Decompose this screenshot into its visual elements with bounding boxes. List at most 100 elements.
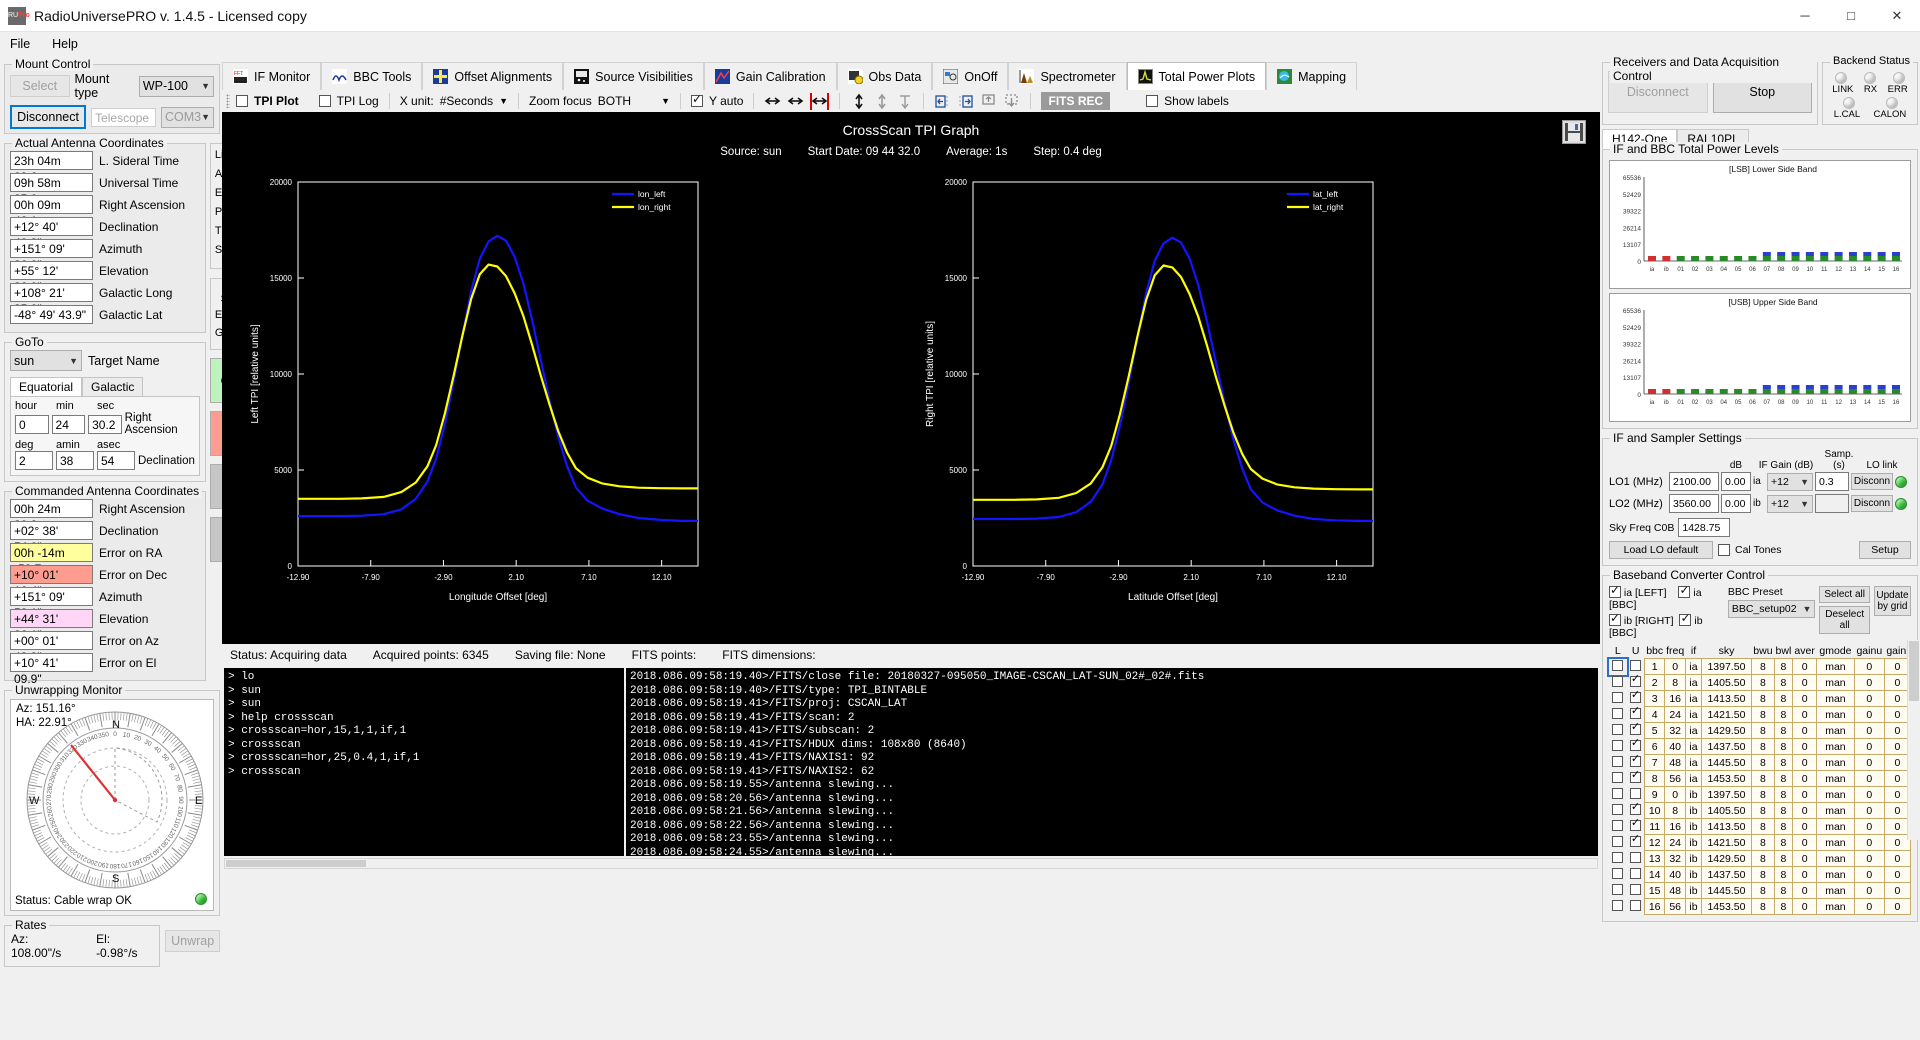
bbc-cell-sky[interactable]: 1445.50: [1700, 882, 1753, 899]
bbc-u-checkbox[interactable]: [1629, 752, 1641, 767]
bbc-l-checkbox[interactable]: [1612, 835, 1624, 847]
bbc-cell-bwl[interactable]: 8: [1773, 738, 1794, 755]
bbc-cell-freq[interactable]: 24: [1664, 706, 1687, 723]
bbc-cell-gmode[interactable]: man: [1816, 834, 1855, 851]
bbc-l-checkbox[interactable]: [1612, 787, 1624, 799]
bbc-cell-sky[interactable]: 1429.50: [1700, 722, 1753, 739]
bbc-cell-bwu[interactable]: 8: [1751, 770, 1775, 787]
bbc-cell-bwl[interactable]: 8: [1773, 882, 1794, 899]
longitude-graph[interactable]: 0 5000 10000 15000 20000 -12.90 -7.90 -2.90 2.10…: [236, 164, 911, 637]
select-all-button[interactable]: Select all: [1819, 586, 1870, 603]
bbc-cell-bbc[interactable]: 7: [1644, 754, 1666, 771]
bbc-cell-if[interactable]: ib: [1685, 882, 1702, 899]
bbc-cell-freq[interactable]: 32: [1664, 850, 1687, 867]
actual-coord-value[interactable]: 00h 09m 42.1s: [10, 195, 93, 228]
bbc-cell-sky[interactable]: 1453.50: [1700, 770, 1753, 787]
bbc-cell-bwu[interactable]: 8: [1751, 658, 1775, 675]
commanded-coord-value[interactable]: +151° 09' 52.1": [10, 587, 93, 620]
bbc-preset-select[interactable]: BBC_setup02 ▼: [1727, 600, 1816, 618]
bbc-cell-if[interactable]: ia: [1685, 738, 1702, 755]
bbc-cell-gainu[interactable]: 0: [1853, 850, 1885, 867]
bbc-cell-gainu[interactable]: 0: [1853, 722, 1885, 739]
bbc-cell-gainu[interactable]: 0: [1853, 690, 1885, 707]
mount-type-select[interactable]: WP-100 ▼: [138, 75, 214, 97]
bbc-cell-aver[interactable]: 0: [1792, 770, 1818, 787]
bbc-cell-sky[interactable]: 1421.50: [1700, 706, 1753, 723]
bbc-u-checkbox[interactable]: [1629, 832, 1641, 847]
bbc-cell-gmode[interactable]: man: [1816, 882, 1855, 899]
actual-coord-value[interactable]: +55° 12' 36.0": [10, 261, 93, 294]
lo2-gain-select[interactable]: +12 ▼: [1767, 494, 1813, 513]
commanded-coord-value[interactable]: +02° 38' 54.0": [10, 521, 93, 554]
bbc-cell-freq[interactable]: 16: [1664, 818, 1687, 835]
table-row[interactable]: 14 40 ib 1437.50 8 8 0 man 0 0: [1609, 866, 1912, 883]
bbc-cell-gainu[interactable]: 0: [1853, 786, 1885, 803]
bbc-cell-if[interactable]: ia: [1685, 690, 1702, 707]
bbc-cell-bwl[interactable]: 8: [1773, 834, 1794, 851]
bbc-cell-aver[interactable]: 0: [1792, 706, 1818, 723]
command-console[interactable]: > lo > sun > sun > help crossscan > crosssca…: [224, 668, 624, 856]
bbc-cell-bbc[interactable]: 13: [1644, 850, 1666, 867]
table-row[interactable]: 424ia1421.50880man00: [1609, 704, 1912, 723]
bbc-cell-freq[interactable]: 16: [1664, 690, 1687, 707]
bbc-cell-bwu[interactable]: 8: [1751, 690, 1775, 707]
bbc-cell-freq[interactable]: 40: [1664, 738, 1687, 755]
bbc-cell-bbc[interactable]: 16: [1644, 898, 1666, 915]
bbc-cell-aver[interactable]: 0: [1792, 850, 1818, 867]
bbc-cell-bwl[interactable]: 8: [1773, 754, 1794, 771]
bbc-cell-aver[interactable]: 0: [1792, 898, 1818, 915]
bbc-cell-gmode[interactable]: man: [1816, 850, 1855, 867]
bbc-cell-bwu[interactable]: 8: [1751, 834, 1775, 851]
bbc-cell-sky[interactable]: 1397.50: [1700, 786, 1753, 803]
bbc-cell-aver[interactable]: 0: [1792, 674, 1818, 691]
samp2-input[interactable]: [1815, 494, 1849, 513]
bbc-cell-gmode[interactable]: man: [1816, 722, 1855, 739]
bbc-cell-gainu[interactable]: 0: [1853, 674, 1885, 691]
tpi-plot-checkbox[interactable]: [236, 95, 248, 107]
bbc-cell-gmode[interactable]: man: [1816, 738, 1855, 755]
bbc-cell-sky[interactable]: 1421.50: [1700, 834, 1753, 851]
bbc-cell-freq[interactable]: 56: [1664, 770, 1687, 787]
commanded-coord-value[interactable]: 00h -14m -52.7s: [10, 543, 93, 576]
tab-obs-data[interactable]: Obs Data: [836, 62, 933, 90]
bbc-cell-aver[interactable]: 0: [1792, 754, 1818, 771]
bbc-u-checkbox[interactable]: [1629, 800, 1641, 815]
bbc-cell-bbc[interactable]: 3: [1644, 690, 1666, 707]
bbc-cell-if[interactable]: ib: [1685, 834, 1702, 851]
table-row[interactable]: 640ia1437.50880man00: [1609, 736, 1912, 755]
bbc-cell-gainl[interactable]: 0: [1883, 850, 1912, 867]
zoom-focus-dropdown-icon[interactable]: ▼: [661, 96, 670, 106]
bbc-cell-gainl[interactable]: 0: [1883, 866, 1912, 883]
commanded-coord-value[interactable]: +10° 01' 16.4": [10, 565, 93, 598]
dec-asec-input[interactable]: 54: [97, 451, 135, 470]
bbc-cell-if[interactable]: ib: [1685, 802, 1702, 819]
bbc-l-checkbox[interactable]: [1612, 867, 1624, 879]
bbc-u-checkbox[interactable]: [1629, 736, 1641, 751]
unwrap-button[interactable]: Unwrap: [165, 930, 220, 952]
bbc-cell-gainu[interactable]: 0: [1853, 818, 1885, 835]
show-labels-checkbox[interactable]: [1146, 95, 1159, 107]
bbc-u-checkbox[interactable]: [1629, 816, 1641, 831]
zoom-y-fit-icon[interactable]: [896, 93, 913, 110]
bbc-cell-aver[interactable]: 0: [1792, 818, 1818, 835]
lo1-gain-select[interactable]: +12 ▼: [1767, 472, 1813, 491]
close-button[interactable]: ✕: [1874, 0, 1920, 32]
actual-coord-value[interactable]: +12° 40' 40.9": [10, 217, 93, 250]
bbc-cell-freq[interactable]: 48: [1664, 882, 1687, 899]
zoom-x-in-icon[interactable]: [764, 93, 781, 110]
bbc-cell-sky[interactable]: 1453.50: [1700, 898, 1753, 915]
bbc-cell-bwu[interactable]: 8: [1751, 818, 1775, 835]
bbc-cell-bwl[interactable]: 8: [1773, 786, 1794, 803]
bbc-u-checkbox[interactable]: [1629, 720, 1641, 735]
update-by-grid-button[interactable]: Update by grid: [1873, 586, 1911, 616]
bbc-cell-gainu[interactable]: 0: [1853, 706, 1885, 723]
bbc-l-checkbox[interactable]: [1612, 883, 1624, 895]
bbc-cell-if[interactable]: ib: [1685, 850, 1702, 867]
bbc-cell-bbc[interactable]: 10: [1644, 802, 1666, 819]
bbc-cell-aver[interactable]: 0: [1792, 882, 1818, 899]
bbc-l-checkbox[interactable]: [1612, 659, 1624, 671]
tab-total-power-plots[interactable]: Total Power Plots: [1126, 62, 1267, 90]
bbc-cell-bwu[interactable]: 8: [1751, 786, 1775, 803]
bbc-cell-bwl[interactable]: 8: [1773, 866, 1794, 883]
bbc-u-checkbox[interactable]: [1629, 704, 1641, 719]
